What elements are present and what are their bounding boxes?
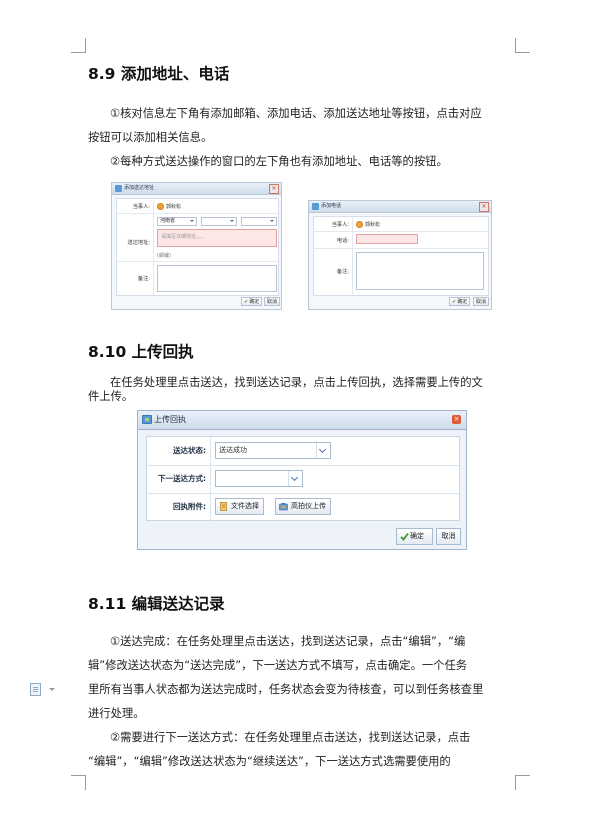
detail-address-input[interactable]: 请填写详细地址。。。 — [157, 229, 277, 247]
remark-label: 备注: — [137, 276, 150, 282]
close-icon[interactable]: × — [452, 415, 461, 424]
next-method-label: 下一送达方式: — [147, 465, 211, 493]
ok-label: 确定 — [410, 532, 424, 540]
remark-textarea[interactable] — [157, 265, 277, 292]
section-heading-8-9: 8.9 添加地址、电话 — [88, 65, 230, 83]
file-button-label: 文件选择 — [231, 502, 259, 510]
paragraph-8-9-2: ②每种方式送达操作的窗口的左下角也有添加地址、电话等的按钮。 — [88, 150, 520, 174]
ok-button[interactable]: ✔确定 — [241, 297, 263, 306]
chevron-down-icon[interactable] — [49, 688, 55, 694]
dialog-app-icon — [142, 415, 152, 424]
row-divider — [117, 213, 278, 214]
dialog-form: 当事人: 郭秋松 电话: 备注: — [313, 216, 489, 296]
dialog-form: 送达状态: 送达成功 下一送达方式: 回执附件: 文件选择 高拍仪上传 — [146, 436, 460, 521]
paragraph-8-9-1: ①核对信息左下角有添加邮箱、添加电话、添加送达地址等按钮，点击对应 — [88, 102, 520, 126]
text-line: ②每种方式送达操作的窗口的左下角也有添加地址、电话等的按钮。 — [110, 155, 448, 168]
form-row-next-method: 下一送达方式: — [147, 465, 459, 494]
dialog-app-icon — [312, 203, 319, 210]
ok-label: 确定 — [249, 299, 260, 305]
form-divider — [352, 217, 353, 295]
party-value: 郭秋松 — [365, 222, 381, 228]
form-row-attachment: 回执附件: 文件选择 高拍仪上传 — [147, 493, 459, 521]
crop-mark-top-right — [515, 38, 530, 53]
remark-textarea[interactable] — [356, 252, 484, 290]
paragraph-8-10: 在任务处理里点击送达，找到送达记录，点击上传回执，选择需要上传的文 件上传。 — [88, 376, 520, 404]
paragraph-8-11-2: ②需要进行下一送达方式：在任务处理里点击送达，找到送达记录，点击 “编辑”，“编辑… — [88, 726, 520, 774]
party-label: 当事人: — [132, 204, 150, 210]
attachment-label: 回执附件: — [147, 493, 211, 521]
text-line: 辑”修改送达状态为“送达完成”，下一送达方式不填写，点击确定。一个任务 — [88, 659, 468, 672]
camera-icon — [279, 503, 288, 511]
cancel-button[interactable]: 取消 — [264, 297, 281, 306]
paragraph-8-9-1-cont: 按钮可以添加相关信息。 — [88, 131, 213, 144]
form-row-status: 送达状态: 送达成功 — [147, 437, 459, 466]
row-divider — [314, 231, 488, 232]
text-line: ②需要进行下一送达方式：在任务处理里点击送达，找到送达记录，点击 — [110, 731, 471, 744]
scanner-upload-button[interactable]: 高拍仪上传 — [275, 498, 331, 515]
cancel-button[interactable]: 取消 — [473, 297, 490, 306]
add-address-dialog: 添加送达地址 × 当事人: 郭秋松 送达地址: 河南省 请填写详细地址。。。 (… — [111, 182, 282, 310]
district-select[interactable] — [241, 217, 277, 226]
text-line: ①送达完成：在任务处理里点击送达，找到送达记录，点击“编辑”，“编 — [110, 635, 466, 648]
ok-button[interactable]: 确定 — [396, 528, 433, 545]
paragraph-8-11-1: ①送达完成：在任务处理里点击送达，找到送达记录，点击“编辑”，“编辑”修改送达状… — [88, 630, 520, 726]
close-icon[interactable]: × — [479, 202, 489, 212]
province-select[interactable]: 河南省 — [157, 217, 197, 226]
row-divider — [117, 261, 278, 262]
text-line: 件上传。 — [88, 390, 134, 403]
close-icon[interactable]: × — [269, 184, 279, 194]
phone-label: 电话: — [336, 238, 349, 244]
dialog-titlebar: 添加送达地址 × — [112, 183, 281, 195]
phone-input[interactable] — [356, 234, 418, 244]
dialog-form: 当事人: 郭秋松 送达地址: 河南省 请填写详细地址。。。 (邮编) 备注: — [116, 198, 279, 296]
section-heading-8-11: 8.11 编辑送达记录 — [88, 595, 225, 613]
text-line: 里所有当事人状态都为送达完成时，任务状态会变为待核查，可以到任务核查里 — [88, 683, 484, 696]
dialog-app-icon — [115, 185, 122, 192]
dialog-titlebar: 添加电话 × — [309, 201, 491, 213]
dialog-titlebar: 上传回执 × — [138, 411, 466, 430]
status-label: 送达状态: — [147, 437, 211, 465]
crop-mark-bottom-left — [71, 775, 86, 790]
party-label: 当事人: — [331, 222, 349, 228]
remark-label: 备注: — [336, 269, 349, 275]
upload-receipt-dialog: 上传回执 × 送达状态: 送达成功 下一送达方式: 回执附件: 文件选择 高拍仪… — [137, 410, 467, 550]
file-icon — [220, 502, 227, 511]
ok-button[interactable]: ✔确定 — [449, 297, 471, 306]
check-icon — [400, 532, 409, 541]
chevron-down-icon — [288, 471, 302, 486]
document-icon[interactable] — [30, 683, 41, 696]
dialog-title: 上传回执 — [154, 415, 186, 424]
check-icon: ✔ — [244, 299, 249, 305]
check-icon: ✔ — [452, 299, 457, 305]
chevron-down-icon — [316, 443, 330, 458]
scanner-button-label: 高拍仪上传 — [291, 502, 326, 510]
text-line: 进行处理。 — [88, 707, 145, 720]
file-select-button[interactable]: 文件选择 — [215, 498, 264, 515]
dialog-title: 添加电话 — [321, 203, 342, 209]
text-line: ①核对信息左下角有添加邮箱、添加电话、添加送达地址等按钮，点击对应 — [110, 107, 482, 120]
status-value: 送达成功 — [219, 446, 247, 454]
cancel-button[interactable]: 取消 — [436, 528, 461, 545]
row-divider — [314, 248, 488, 249]
address-label: 送达地址: — [127, 240, 151, 246]
crop-mark-top-left — [71, 38, 86, 53]
next-method-select[interactable] — [215, 470, 303, 487]
party-value: 郭秋松 — [166, 204, 182, 210]
crop-mark-bottom-right — [515, 775, 530, 790]
city-select[interactable] — [201, 217, 237, 226]
status-select[interactable]: 送达成功 — [215, 442, 331, 459]
text-line: 在任务处理里点击送达，找到送达记录，点击上传回执，选择需要上传的文 — [110, 376, 483, 389]
section-heading-8-10: 8.10 上传回执 — [88, 343, 194, 361]
party-radio[interactable] — [157, 203, 164, 210]
text-line: “编辑”，“编辑”修改送达状态为“继续送达”，下一送达方式选需要使用的 — [88, 755, 451, 768]
add-phone-dialog: 添加电话 × 当事人: 郭秋松 电话: 备注: ✔确定 取消 — [308, 200, 492, 310]
ok-label: 确定 — [457, 299, 468, 305]
dialog-title: 添加送达地址 — [124, 185, 155, 191]
party-radio[interactable] — [356, 221, 363, 228]
postcode-hint: (邮编) — [157, 253, 171, 259]
